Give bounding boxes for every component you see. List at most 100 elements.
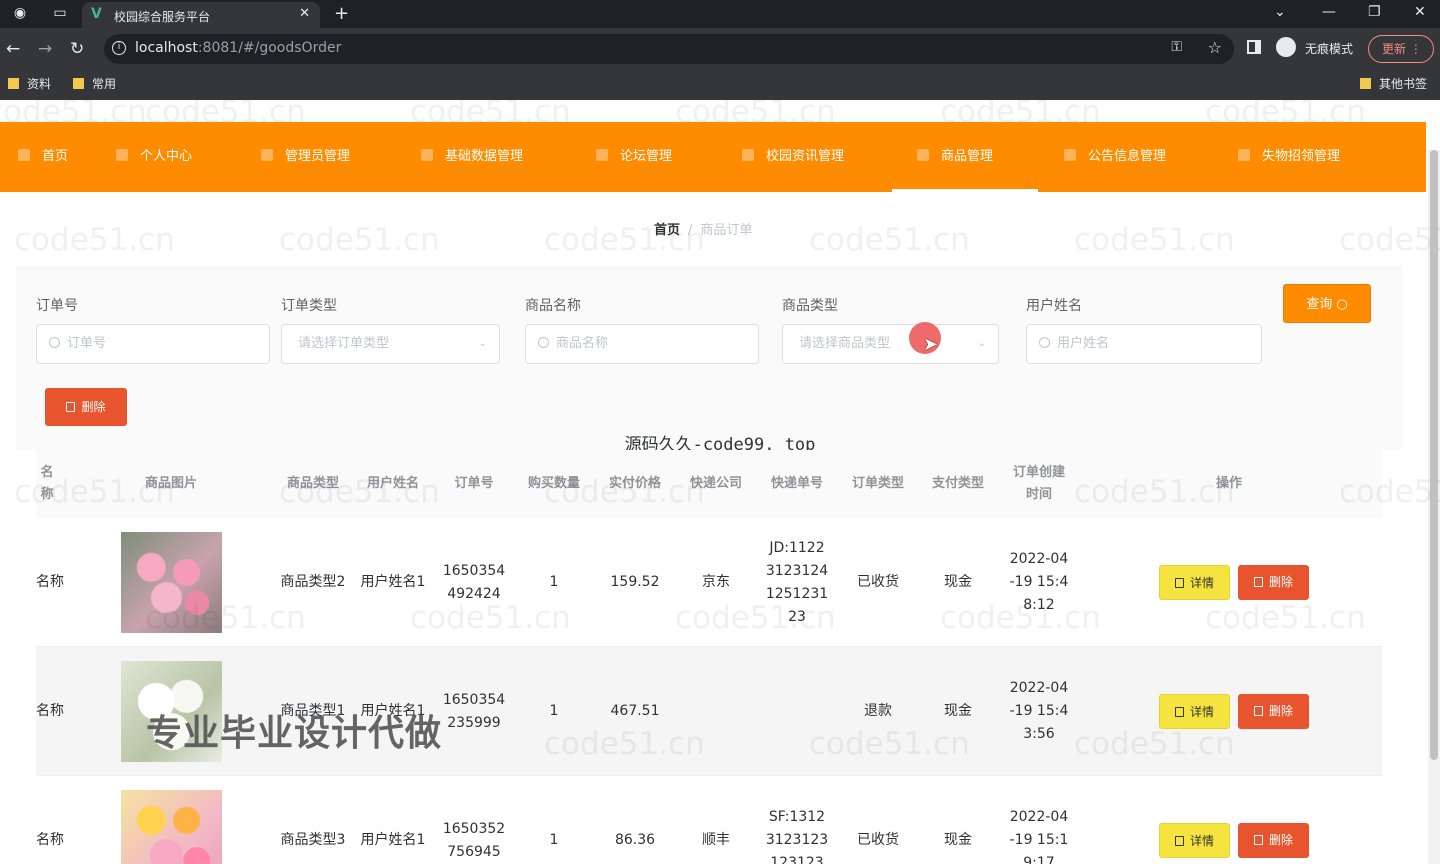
row-delete-button[interactable]: 删除	[1238, 694, 1309, 729]
news-icon	[742, 149, 754, 161]
bookmark-folder-ziliao[interactable]: 资料	[8, 75, 51, 92]
nav-item-admin[interactable]: 管理员管理	[261, 122, 350, 192]
new-tab-icon[interactable]: +	[334, 3, 349, 24]
cell-line: JD:1122	[769, 539, 825, 556]
trash-icon	[1253, 577, 1263, 587]
other-bookmarks[interactable]: 其他书签	[1360, 75, 1427, 92]
cell-line: 2022-04	[1009, 680, 1069, 696]
nav-item-home[interactable]: 首页	[18, 122, 68, 192]
url-text: localhost:8081/#/goodsOrder	[135, 40, 342, 56]
bookmark-folder-changyong[interactable]: 常用	[73, 75, 116, 92]
watermark: code51.cn	[145, 600, 306, 636]
watermark: code51.cn	[14, 222, 175, 258]
cell-name: 名称	[36, 703, 64, 719]
update-button[interactable]: 更新 ⋮	[1368, 35, 1434, 63]
browser-menu-icon[interactable]: ◉	[12, 5, 28, 21]
cell-line: 123123	[770, 855, 824, 864]
watermark: code51.cn	[279, 222, 440, 258]
data-icon	[421, 149, 433, 161]
user-name-input[interactable]: 用户姓名	[1026, 324, 1262, 364]
watermark: code51.cn	[14, 474, 175, 510]
order-type-select[interactable]: 请选择订单类型 ⌄	[281, 324, 500, 364]
password-key-icon[interactable]: ⚿	[1171, 39, 1182, 55]
cell-order-type: 已收货	[857, 574, 899, 590]
search-icon	[49, 337, 60, 348]
col-header-tracking: 快递单号	[770, 476, 823, 491]
search-icon: ○	[1336, 297, 1348, 312]
cell-line: 2022-04	[1009, 551, 1069, 567]
row-actions: 详情 删除	[1144, 776, 1324, 864]
nav-item-notice[interactable]: 公告信息管理	[1064, 122, 1166, 192]
page-content: code51.cn code51.cn code51.cn code51.cn …	[0, 100, 1440, 864]
order-no-input[interactable]: 订单号	[36, 324, 270, 364]
goods-name-label: 商品名称	[525, 298, 581, 314]
cell-tracking: SF:1312 3123123 123123	[757, 776, 837, 864]
tab-search-icon[interactable]: ▭	[52, 5, 68, 21]
detail-button[interactable]: 详情	[1159, 823, 1230, 858]
watermark: code51.cn	[809, 726, 970, 762]
watermark: code51.cn	[544, 726, 705, 762]
trash-icon	[1253, 706, 1263, 716]
tab-title: 校园综合服务平台	[114, 10, 211, 24]
reload-icon[interactable]: ↻	[70, 39, 84, 59]
nav-item-forum[interactable]: 论坛管理	[596, 122, 672, 192]
goods-image-cell	[116, 776, 226, 864]
nav-item-goods[interactable]: 商品管理	[892, 122, 1038, 192]
goods-image[interactable]	[120, 790, 222, 864]
cell-line: -19 15:4	[1009, 703, 1069, 719]
chevron-down-icon: ⌄	[977, 338, 986, 349]
cell-created: 2022-04 -19 15:1 9:17	[999, 776, 1079, 864]
col-header-created: 订单创建时间	[1012, 465, 1065, 502]
vue-favicon-icon: V	[91, 6, 102, 22]
browser-tab[interactable]: V 校园综合服务平台 ✕	[82, 2, 320, 28]
cell-courier: 顺丰	[702, 832, 730, 848]
close-tab-icon[interactable]: ✕	[299, 6, 310, 21]
address-bar[interactable]: i localhost:8081/#/goodsOrder ⚿ ☆	[104, 34, 1234, 64]
watermark: code51.cn	[279, 474, 440, 510]
folder-icon	[8, 78, 19, 89]
admin-icon	[261, 149, 273, 161]
minimize-icon[interactable]: —	[1322, 4, 1336, 20]
row-delete-button[interactable]: 删除	[1238, 823, 1309, 858]
tab-list-icon[interactable]: ⌄	[1274, 4, 1286, 20]
cell-goods-type: 商品类型3	[280, 832, 346, 848]
watermark-overlay: 专业毕业设计代做	[146, 713, 443, 754]
col-header-order-type: 订单类型	[851, 476, 904, 491]
cell-name: 名称	[36, 574, 64, 590]
detail-button[interactable]: 详情	[1159, 565, 1230, 600]
watermark: code51.cn	[544, 222, 705, 258]
bookmark-star-icon[interactable]: ☆	[1208, 38, 1222, 57]
col-header-order-no: 订单号	[454, 476, 494, 491]
site-info-icon[interactable]: i	[112, 41, 126, 55]
nav-item-profile[interactable]: 个人中心	[116, 122, 192, 192]
forward-icon[interactable]: →	[38, 39, 52, 59]
nav-item-news[interactable]: 校园资讯管理	[742, 122, 844, 192]
cell-line: 3:56	[1023, 726, 1055, 742]
order-no-label: 订单号	[36, 298, 78, 314]
search-icon	[1039, 337, 1050, 348]
document-icon	[1174, 707, 1184, 717]
cell-line: 3123123	[765, 832, 829, 848]
forum-icon	[596, 149, 608, 161]
restore-icon[interactable]: ❐	[1368, 4, 1381, 20]
query-button[interactable]: 查询 ○	[1283, 284, 1371, 323]
cell-price: 159.52	[610, 574, 660, 590]
goods-type-label: 商品类型	[782, 298, 838, 314]
nav-item-basedata[interactable]: 基础数据管理	[421, 122, 523, 192]
goods-type-select[interactable]: 请选择商品类型 ⌄	[782, 324, 999, 364]
table-row: 名称 商品类型3 用户姓名1 1650352756945 1 86.36 顺丰 SF:1312…	[36, 776, 1382, 864]
cell-name: 名称	[36, 832, 64, 848]
detail-button[interactable]: 详情	[1159, 694, 1230, 729]
row-delete-button[interactable]: 删除	[1238, 565, 1309, 600]
orders-table: 名称 商品图片 商品类型 用户姓名 订单号 购买数量 实付价格 快递公司 快递单…	[36, 450, 1382, 864]
side-panel-icon[interactable]	[1247, 40, 1261, 54]
user-icon	[116, 149, 128, 161]
nav-item-lostfound[interactable]: 失物招领管理	[1238, 122, 1340, 192]
incognito-icon[interactable]	[1276, 37, 1296, 57]
cell-line: 3123124	[765, 562, 829, 579]
close-window-icon[interactable]: ✕	[1414, 4, 1426, 20]
search-panel: 订单号 订单号 订单类型 请选择订单类型 ⌄ 商品名称 商品名称 商品类型 请选择…	[16, 265, 1402, 450]
back-icon[interactable]: ←	[6, 39, 20, 59]
batch-delete-button[interactable]: 删除	[45, 388, 127, 426]
goods-name-input[interactable]: 商品名称	[525, 324, 759, 364]
